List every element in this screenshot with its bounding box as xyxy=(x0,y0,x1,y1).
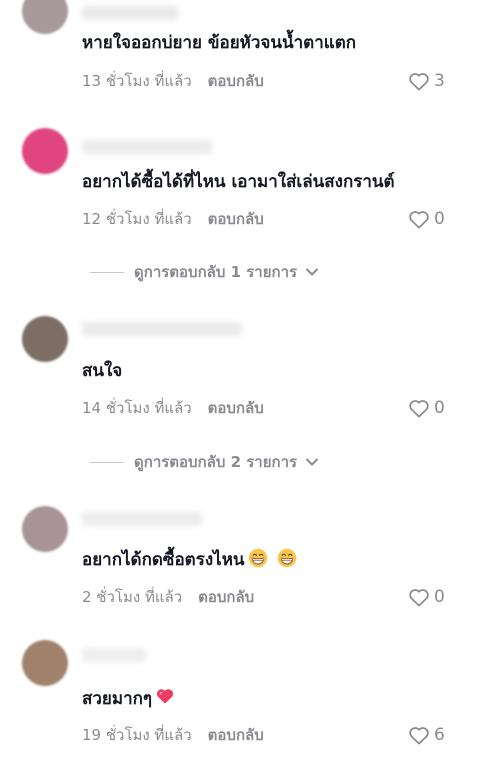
reply-button[interactable]: ตอบกลับ xyxy=(198,587,254,607)
comment-meta: 13 ชั่วโมง ที่แล้ว ตอบกลับ xyxy=(82,71,264,91)
like-count: 0 xyxy=(434,209,445,229)
like-count: 0 xyxy=(434,398,445,418)
like-count: 3 xyxy=(434,71,445,91)
like-count: 0 xyxy=(434,587,445,607)
like-button[interactable]: 0 xyxy=(408,209,445,229)
reply-button[interactable]: ตอบกลับ xyxy=(208,398,264,418)
comment-meta: 19 ชั่วโมง ที่แล้ว ตอบกลับ xyxy=(82,725,264,745)
view-replies-button[interactable]: ดูการตอบกลับ 1 รายการ xyxy=(90,260,319,284)
comment-meta: 2 ชั่วโมง ที่แล้ว ตอบกลับ xyxy=(82,587,254,607)
reply-button[interactable]: ตอบกลับ xyxy=(208,71,264,91)
username-blurred[interactable] xyxy=(82,6,178,20)
avatar[interactable] xyxy=(22,506,68,552)
chevron-down-icon xyxy=(306,268,319,276)
comment-time: 14 ชั่วโมง ที่แล้ว xyxy=(82,399,192,417)
comment-text-body: สวยมากๆ xyxy=(82,689,153,709)
comment-meta: 14 ชั่วโมง ที่แล้ว ตอบกลับ xyxy=(82,398,264,418)
divider xyxy=(90,461,124,463)
heart-outline-icon xyxy=(409,589,429,607)
comment-time: 2 ชั่วโมง ที่แล้ว xyxy=(82,588,183,606)
comment-text: หายใจออกบ่ยาย ข้อยหัวจนน้ำตาแตก xyxy=(82,33,357,53)
view-replies-label: ดูการตอบกลับ 2 รายการ xyxy=(134,453,298,471)
like-button[interactable]: 6 xyxy=(408,725,445,745)
like-button[interactable]: 0 xyxy=(408,587,445,607)
avatar[interactable] xyxy=(22,0,68,34)
avatar[interactable] xyxy=(22,316,68,362)
reply-button[interactable]: ตอบกลับ xyxy=(208,209,264,229)
comment-text: อยากได้ซื้อได้ที่ไหน เอามาใส่เล่นสงกรานต… xyxy=(82,172,395,192)
comment-meta: 12 ชั่วโมง ที่แล้ว ตอบกลับ xyxy=(82,209,264,229)
heart-outline-icon xyxy=(409,400,429,418)
grinning-face-emoji xyxy=(277,548,296,568)
comment-time: 13 ชั่วโมง ที่แล้ว xyxy=(82,72,192,90)
view-replies-label: ดูการตอบกลับ 1 รายการ xyxy=(134,263,298,281)
grinning-face-emoji xyxy=(248,548,267,568)
comment-text: อยากได้กดซื้อตรงไหน xyxy=(82,548,297,571)
like-button[interactable]: 0 xyxy=(408,398,445,418)
like-count: 6 xyxy=(434,725,445,745)
reply-button[interactable]: ตอบกลับ xyxy=(208,725,264,745)
comment-text: สวยมากๆ xyxy=(82,686,175,710)
avatar[interactable] xyxy=(22,128,68,174)
username-blurred[interactable] xyxy=(82,648,146,662)
heart-outline-icon xyxy=(409,73,429,91)
heart-outline-icon xyxy=(409,211,429,229)
heart-outline-icon xyxy=(409,727,429,745)
like-button[interactable]: 3 xyxy=(408,71,445,91)
comment-time: 19 ชั่วโมง ที่แล้ว xyxy=(82,726,192,744)
avatar[interactable] xyxy=(22,640,68,686)
username-blurred[interactable] xyxy=(82,322,242,336)
username-blurred[interactable] xyxy=(82,512,202,526)
heart-emoji xyxy=(156,689,174,704)
comment-text-body: อยากได้กดซื้อตรงไหน xyxy=(82,550,245,570)
divider xyxy=(90,271,124,273)
comment-time: 12 ชั่วโมง ที่แล้ว xyxy=(82,210,192,228)
comment-text: สนใจ xyxy=(82,361,123,381)
view-replies-button[interactable]: ดูการตอบกลับ 2 รายการ xyxy=(90,450,319,474)
username-blurred[interactable] xyxy=(82,140,212,154)
chevron-down-icon xyxy=(306,458,319,466)
